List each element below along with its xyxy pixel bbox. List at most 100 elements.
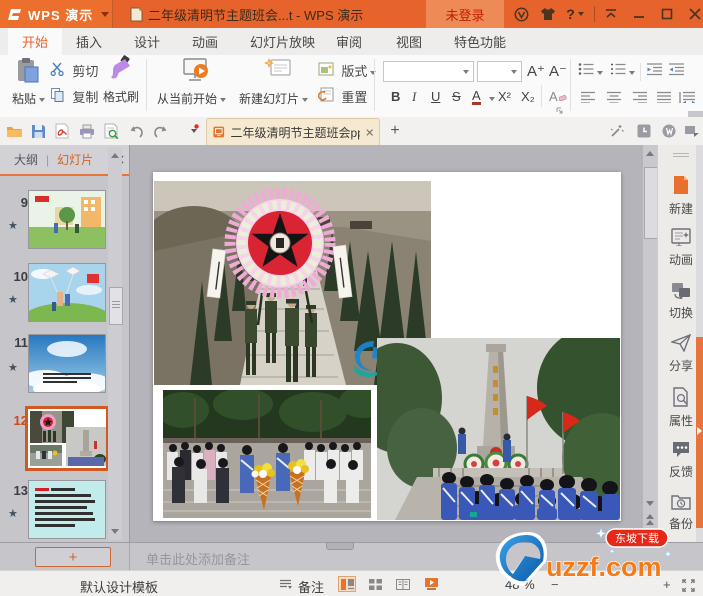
align-justify-button[interactable] — [656, 91, 672, 106]
skin-icon[interactable] — [535, 0, 561, 28]
slide-number: 9 — [20, 195, 28, 210]
fit-to-window-button[interactable] — [679, 577, 697, 593]
scroll-up-button[interactable] — [643, 147, 657, 160]
normal-view-button[interactable] — [338, 576, 356, 592]
export-pdf-button[interactable] — [52, 121, 72, 141]
strikethrough-button[interactable]: S — [452, 89, 461, 104]
document-tab[interactable]: 二年级清明节主题班会ppt.ppt — [206, 118, 380, 145]
close-tab-icon[interactable] — [366, 128, 373, 137]
slide-thumbnail-13[interactable] — [28, 480, 106, 539]
slide-canvas[interactable] — [153, 172, 621, 521]
sidebar-grip[interactable] — [673, 153, 689, 159]
history-version-icon[interactable] — [634, 121, 654, 141]
new-document-tab-button[interactable]: + — [386, 121, 404, 141]
notes-placeholder[interactable]: 单击此处添加备注 — [146, 549, 250, 568]
slide-thumbnail-12[interactable] — [25, 406, 109, 471]
align-left-button[interactable] — [580, 91, 596, 106]
paste-button[interactable]: 粘贴 — [10, 57, 46, 106]
close-button[interactable] — [682, 0, 703, 28]
previous-slide-button[interactable] — [643, 513, 657, 526]
slide-thumbnail-11[interactable] — [28, 334, 106, 393]
superscript-button[interactable]: X² — [498, 89, 511, 104]
login-button[interactable]: 未登录 — [426, 0, 504, 28]
tab-view[interactable]: 视图 — [382, 28, 436, 55]
save-button[interactable] — [28, 121, 48, 141]
photo-monument-students[interactable] — [377, 338, 620, 520]
copy-button[interactable]: 复制 — [50, 87, 98, 106]
print-preview-icon — [104, 123, 119, 139]
switch-window-icon[interactable] — [682, 121, 702, 141]
decrease-font-button[interactable]: A⁻ — [549, 62, 567, 80]
tab-animation[interactable]: 动画 — [178, 28, 232, 55]
chevron-down-icon[interactable] — [101, 11, 110, 17]
wps-menu-button[interactable]: WPS 演示 — [0, 0, 113, 28]
collapse-ribbon-icon[interactable] — [598, 0, 624, 28]
slide-thumbnail-9[interactable] — [28, 190, 106, 249]
font-name-select[interactable] — [383, 61, 474, 82]
clear-format-button[interactable]: A — [549, 89, 567, 104]
notes-toggle-icon[interactable] — [278, 578, 292, 590]
increase-font-button[interactable]: A⁺ — [527, 62, 545, 80]
increase-indent-button[interactable] — [668, 62, 685, 79]
scroll-up-icon[interactable] — [111, 153, 119, 158]
notes-label[interactable]: 备注 — [298, 577, 324, 596]
subscript-button[interactable]: X₂ — [521, 89, 535, 104]
slide-edit-area[interactable] — [130, 145, 643, 542]
italic-button[interactable]: I — [412, 89, 416, 105]
slide-sorter-button[interactable] — [366, 576, 384, 592]
photo-students-flower-baskets[interactable] — [163, 390, 371, 518]
font-size-select[interactable] — [477, 61, 522, 82]
v-member-icon[interactable] — [508, 0, 534, 28]
align-center-button[interactable] — [606, 91, 622, 106]
underline-button[interactable]: U — [431, 89, 440, 104]
tab-review[interactable]: 审阅 — [322, 28, 376, 55]
notes-resize-grip[interactable] — [326, 542, 354, 550]
expand-pane-handle[interactable] — [696, 337, 703, 528]
cut-button[interactable]: 剪切 — [50, 61, 98, 80]
tab-insert[interactable]: 插入 — [62, 28, 116, 55]
tab-slides[interactable]: 幻灯片 — [57, 151, 93, 168]
main-scrollbar[interactable] — [643, 145, 658, 542]
main-scrollbar-thumb[interactable] — [644, 167, 658, 239]
chevron-down-icon[interactable] — [489, 97, 495, 101]
align-right-button[interactable] — [632, 91, 648, 106]
tab-slideshow[interactable]: 幻灯片放映 — [236, 28, 329, 55]
help-button[interactable]: ? — [560, 0, 590, 28]
layout-button[interactable]: 版式 — [318, 61, 377, 80]
slide-thumbnail-10[interactable] — [28, 263, 106, 322]
play-from-current-button[interactable]: 从当前开始 — [155, 57, 237, 106]
add-slide-button[interactable]: + — [35, 547, 111, 567]
dialog-launcher-icon[interactable] — [556, 107, 563, 114]
open-file-button[interactable] — [4, 121, 24, 141]
slideshow-button[interactable] — [422, 576, 440, 592]
tab-outline[interactable]: 大纲 — [14, 151, 38, 168]
docer-icon[interactable] — [659, 121, 679, 141]
beautify-wand-icon[interactable] — [606, 121, 626, 141]
maximize-button[interactable] — [654, 0, 680, 28]
panel-scrollbar[interactable] — [108, 147, 123, 540]
panel-scrollbar-thumb[interactable] — [109, 287, 123, 325]
minimize-button[interactable] — [626, 0, 652, 28]
distribute-button[interactable] — [678, 91, 696, 106]
reading-view-button[interactable] — [394, 576, 412, 592]
group-separator — [146, 59, 147, 111]
scroll-down-icon[interactable] — [111, 529, 119, 534]
reset-button[interactable]: 重置 — [317, 87, 367, 106]
undo-button[interactable] — [126, 121, 146, 141]
quickbar-dropdown[interactable] — [182, 121, 202, 141]
bullets-button[interactable] — [578, 62, 603, 79]
print-button[interactable] — [77, 121, 97, 141]
tab-design[interactable]: 设计 — [120, 28, 174, 55]
font-color-button[interactable]: A — [472, 89, 481, 105]
bold-button[interactable]: B — [391, 89, 400, 104]
print-preview-button[interactable] — [101, 121, 121, 141]
format-painter-button[interactable]: 格式刷 — [100, 55, 142, 104]
redo-button[interactable] — [150, 121, 170, 141]
new-slide-button[interactable]: 新建幻灯片 — [238, 57, 316, 106]
numbering-button[interactable] — [610, 62, 635, 79]
decrease-indent-button[interactable] — [646, 62, 663, 79]
tab-special-features[interactable]: 特色功能 — [440, 28, 520, 55]
tab-home[interactable]: 开始 — [8, 28, 63, 55]
scroll-down-button[interactable] — [643, 497, 657, 510]
wps-logo-icon — [8, 8, 21, 20]
